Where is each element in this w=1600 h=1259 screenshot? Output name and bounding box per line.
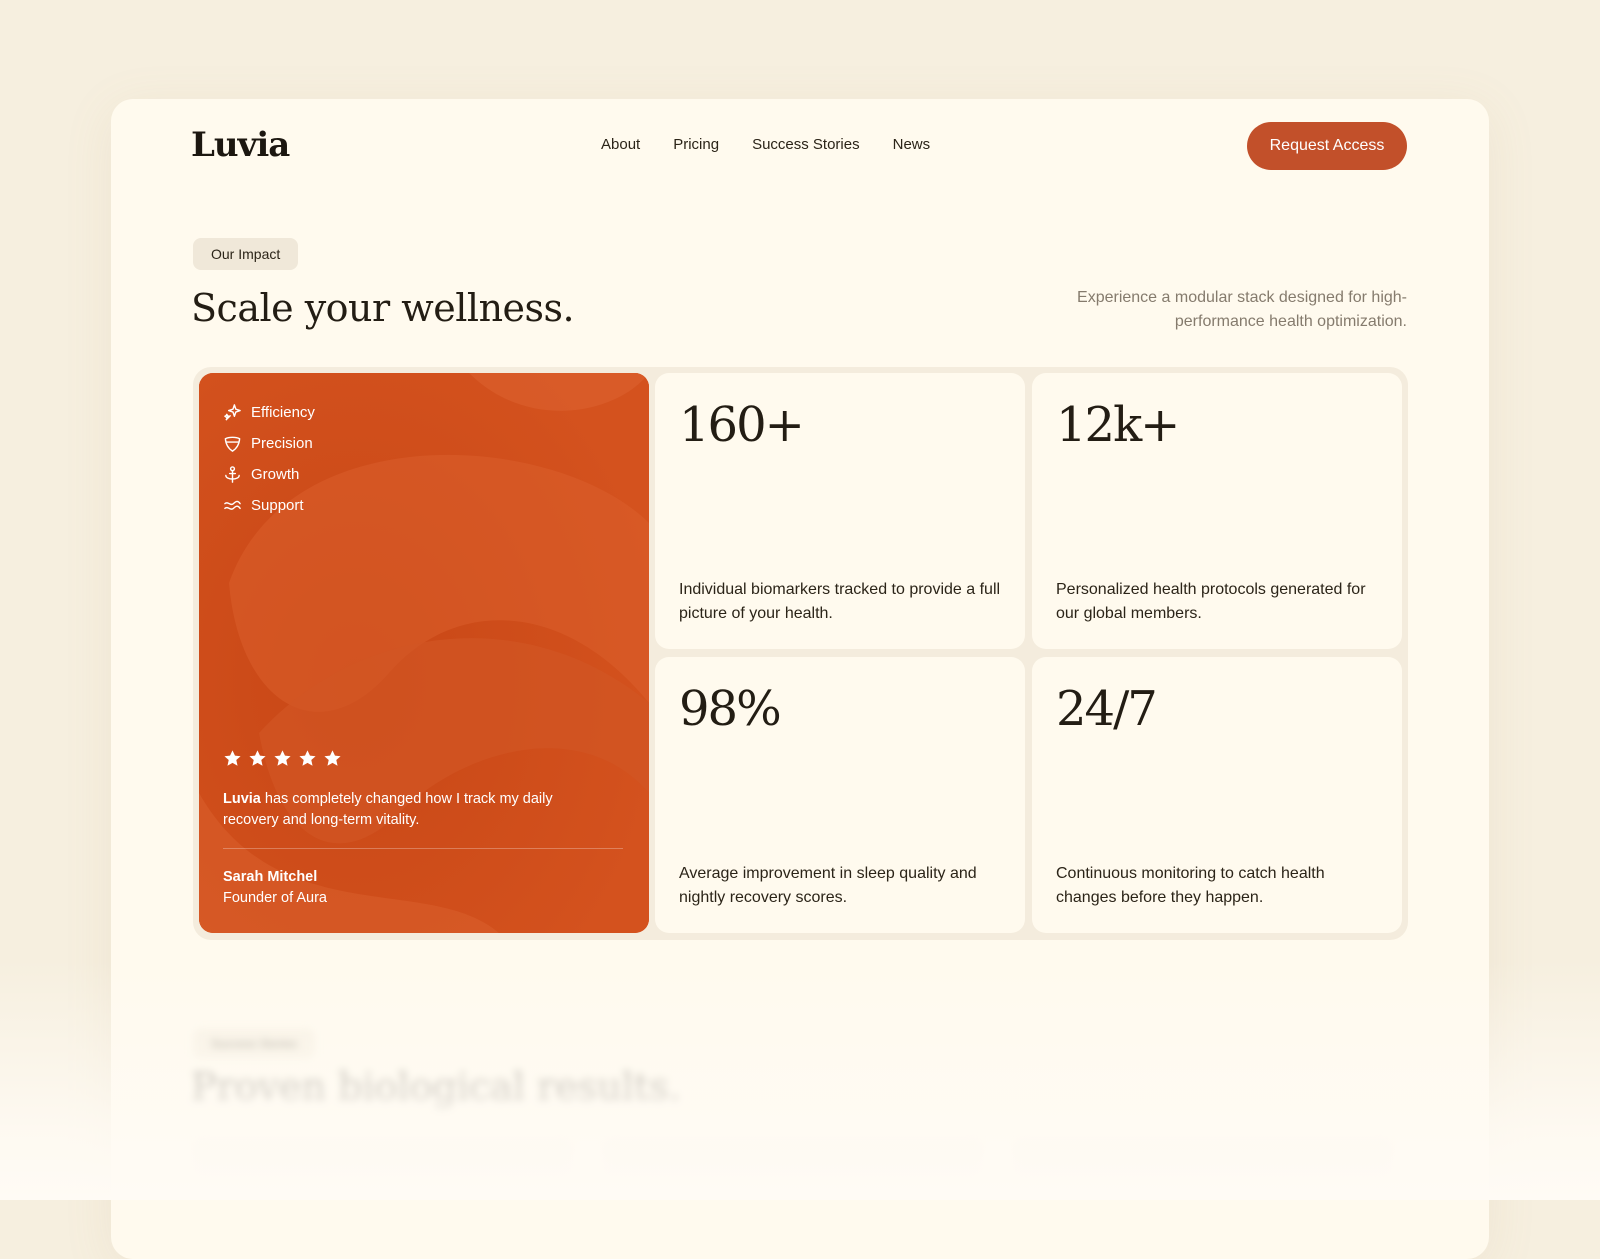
- impact-grid: Efficiency Precision Growth Support Luvi…: [193, 367, 1408, 940]
- testimonial-author: Sarah Mitchel Founder of Aura: [223, 867, 327, 909]
- feature-label: Precision: [251, 435, 313, 452]
- next-section-preview: Success Stories Proven biological result…: [111, 999, 1489, 1259]
- stat-value: 24/7: [1056, 681, 1158, 737]
- stat-value: 12k+: [1056, 397, 1180, 453]
- stat-value: 98%: [679, 681, 782, 737]
- stat-card: 24/7 Continuous monitoring to catch heal…: [1032, 657, 1402, 933]
- quote-brand: Luvia: [223, 791, 261, 807]
- sparkle-icon: [224, 404, 241, 421]
- stat-card: 160+ Individual biomarkers tracked to pr…: [655, 373, 1025, 649]
- section-subtext: Experience a modular stack designed for …: [1077, 289, 1407, 330]
- star-icon: [324, 750, 341, 766]
- placeholder-card: [603, 1139, 983, 1179]
- stat-description: Individual biomarkers tracked to provide…: [679, 581, 1001, 622]
- logo[interactable]: Luvia: [191, 125, 290, 165]
- stat-card: 12k+ Personalized health protocols gener…: [1032, 373, 1402, 649]
- author-name: Sarah Mitchel: [223, 869, 318, 885]
- divider: [223, 848, 623, 849]
- page-frame: Luvia About Pricing Success Stories News…: [111, 99, 1489, 1259]
- nav-link-success-stories[interactable]: Success Stories: [752, 136, 860, 153]
- waves-icon: [224, 500, 241, 510]
- request-access-button[interactable]: Request Access: [1247, 122, 1407, 170]
- section-pill: Our Impact: [193, 238, 299, 270]
- stat-value: 160+: [679, 397, 805, 453]
- shield-icon: [224, 436, 241, 452]
- star-icon: [249, 750, 266, 766]
- feature-item: Efficiency: [223, 397, 315, 428]
- star-icon: [299, 750, 316, 766]
- anchor-icon: [225, 466, 240, 483]
- stat-description: Continuous monitoring to catch health ch…: [1056, 865, 1325, 906]
- placeholder-card: [1013, 1139, 1393, 1179]
- star-icon: [224, 750, 241, 766]
- next-section-cards: [193, 1139, 1393, 1179]
- testimonial-card: Efficiency Precision Growth Support Luvi…: [199, 373, 649, 933]
- feature-item: Precision: [223, 428, 315, 459]
- next-section-pill: Success Stories: [193, 1029, 316, 1059]
- stat-description: Average improvement in sleep quality and…: [679, 865, 977, 906]
- feature-label: Efficiency: [251, 404, 315, 421]
- main-nav: About Pricing Success Stories News: [601, 136, 930, 153]
- quote-text: has completely changed how I track my da…: [223, 791, 553, 828]
- section-headline: Scale your wellness.: [191, 286, 575, 330]
- author-title: Founder of Aura: [223, 890, 327, 906]
- star-rating: [223, 749, 342, 768]
- testimonial-quote: Luvia has completely changed how I track…: [223, 789, 603, 831]
- nav-link-pricing[interactable]: Pricing: [673, 136, 719, 153]
- feature-list: Efficiency Precision Growth Support: [223, 397, 315, 521]
- nav-link-about[interactable]: About: [601, 136, 640, 153]
- star-icon: [274, 750, 291, 766]
- feature-label: Growth: [251, 466, 300, 483]
- stat-description: Personalized health protocols generated …: [1056, 581, 1366, 622]
- next-section-headline: Proven biological results.: [191, 1065, 681, 1109]
- feature-item: Support: [223, 490, 315, 521]
- nav-link-news[interactable]: News: [893, 136, 931, 153]
- feature-item: Growth: [223, 459, 315, 490]
- feature-label: Support: [251, 497, 304, 514]
- placeholder-card: [193, 1139, 573, 1179]
- stat-card: 98% Average improvement in sleep quality…: [655, 657, 1025, 933]
